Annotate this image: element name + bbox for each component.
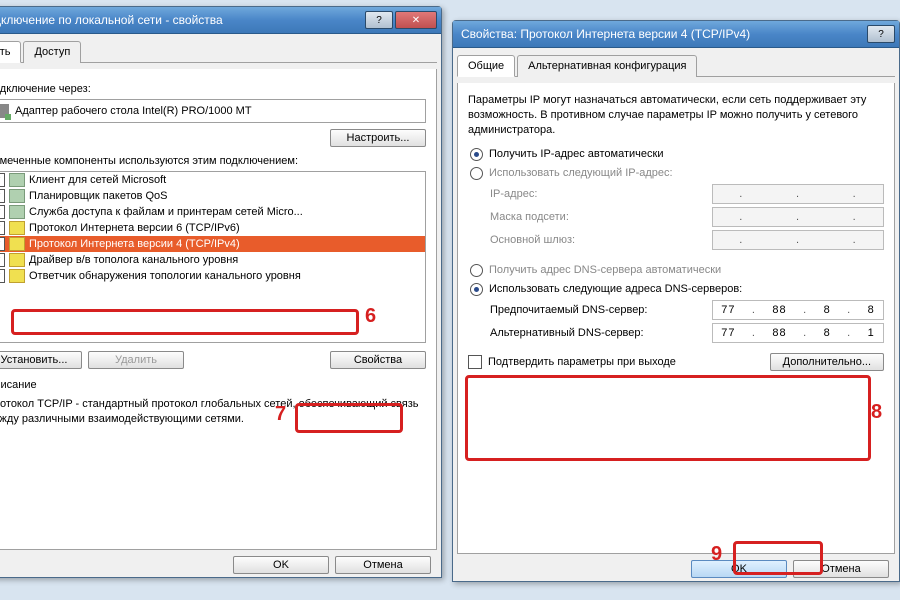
- list-item: ✓Клиент для сетей Microsoft: [0, 172, 425, 188]
- component-icon: [9, 221, 25, 235]
- radio-icon: [470, 264, 483, 277]
- tab-network[interactable]: Сеть: [0, 41, 21, 63]
- radio-icon: [470, 283, 483, 296]
- list-item: ✓Служба доступа к файлам и принтерам сет…: [0, 204, 425, 220]
- list-item: ✓Планировщик пакетов QoS: [0, 188, 425, 204]
- help-button[interactable]: ?: [365, 11, 393, 29]
- cancel-button[interactable]: Отмена: [335, 556, 431, 574]
- subnet-mask-field: ...: [712, 207, 884, 227]
- ip-address-field: ...: [712, 184, 884, 204]
- radio-ip-auto[interactable]: Получить IP-адрес автоматически: [470, 148, 884, 161]
- help-button[interactable]: ?: [867, 25, 895, 43]
- help-text: Параметры IP могут назначаться автоматич…: [468, 93, 884, 138]
- checkbox-icon[interactable]: ✓: [0, 173, 5, 187]
- cancel-button[interactable]: Отмена: [793, 560, 889, 578]
- tab-general[interactable]: Общие: [457, 55, 515, 77]
- preferred-dns-field[interactable]: 77.88.8.8: [712, 300, 884, 320]
- checkbox-icon[interactable]: ✓: [0, 237, 5, 251]
- window-title: Свойства: Протокол Интернета версии 4 (T…: [457, 27, 865, 41]
- tabs: Сеть Доступ: [0, 40, 437, 63]
- ipv4-properties-window: Свойства: Протокол Интернета версии 4 (T…: [452, 20, 900, 582]
- ok-button[interactable]: OK: [233, 556, 329, 574]
- components-label: Отмеченные компоненты используются этим …: [0, 155, 426, 167]
- advanced-button[interactable]: Дополнительно...: [770, 353, 884, 371]
- list-item: ✓Протокол Интернета версии 6 (TCP/IPv6): [0, 220, 425, 236]
- remove-button: Удалить: [88, 351, 184, 369]
- checkbox-icon[interactable]: ✓: [0, 269, 5, 283]
- close-button[interactable]: ✕: [395, 11, 437, 29]
- list-item: ✓Ответчик обнаружения топологии канально…: [0, 268, 425, 284]
- annotation-number-6: 6: [365, 305, 376, 328]
- component-icon: [9, 237, 25, 251]
- tab-alt-config[interactable]: Альтернативная конфигурация: [517, 55, 697, 77]
- titlebar: Свойства: Протокол Интернета версии 4 (T…: [453, 21, 899, 48]
- adapter-name: Адаптер рабочего стола Intel(R) PRO/1000…: [15, 105, 252, 117]
- component-icon: [9, 269, 25, 283]
- radio-icon: [470, 167, 483, 180]
- ok-button[interactable]: OK: [691, 560, 787, 578]
- gateway-field: ...: [712, 230, 884, 250]
- description-heading: Описание: [0, 379, 426, 391]
- install-button[interactable]: Установить...: [0, 351, 82, 369]
- window-title: Подключение по локальной сети - свойства: [0, 13, 363, 27]
- list-item: ✓Драйвер в/в тополога канального уровня: [0, 252, 425, 268]
- annotation-number-8: 8: [871, 401, 882, 424]
- description-text: Протокол TCP/IP - стандартный протокол г…: [0, 397, 426, 427]
- checkbox-icon[interactable]: [468, 355, 482, 369]
- adapter-box: Адаптер рабочего стола Intel(R) PRO/1000…: [0, 99, 426, 123]
- components-list[interactable]: ✓Клиент для сетей Microsoft ✓Планировщик…: [0, 171, 426, 343]
- radio-dns-auto[interactable]: Получить адрес DNS-сервера автоматически: [470, 264, 884, 277]
- radio-icon: [470, 148, 483, 161]
- component-icon: [9, 253, 25, 267]
- validate-checkbox-row[interactable]: Подтвердить параметры при выходе Дополни…: [468, 353, 884, 371]
- checkbox-icon[interactable]: ✓: [0, 189, 5, 203]
- annotation-number-7: 7: [275, 403, 286, 426]
- lan-properties-window: Подключение по локальной сети - свойства…: [0, 6, 442, 578]
- connect-via-label: Подключение через:: [0, 83, 426, 95]
- component-icon: [9, 189, 25, 203]
- checkbox-icon[interactable]: ✓: [0, 221, 5, 235]
- radio-ip-manual[interactable]: Использовать следующий IP-адрес:: [470, 167, 884, 180]
- component-icon: [9, 173, 25, 187]
- alternate-dns-field[interactable]: 77.88.8.1: [712, 323, 884, 343]
- checkbox-icon[interactable]: ✓: [0, 253, 5, 267]
- list-item-selected: ✓Протокол Интернета версии 4 (TCP/IPv4): [0, 236, 425, 252]
- tabs: Общие Альтернативная конфигурация: [457, 54, 895, 77]
- properties-button[interactable]: Свойства: [330, 351, 426, 369]
- titlebar: Подключение по локальной сети - свойства…: [0, 7, 441, 34]
- component-icon: [9, 205, 25, 219]
- checkbox-icon[interactable]: ✓: [0, 205, 5, 219]
- annotation-number-9: 9: [711, 543, 722, 566]
- nic-icon: [0, 104, 9, 118]
- configure-button[interactable]: Настроить...: [330, 129, 426, 147]
- radio-dns-manual[interactable]: Использовать следующие адреса DNS-сервер…: [470, 283, 884, 296]
- tab-sharing[interactable]: Доступ: [23, 41, 81, 63]
